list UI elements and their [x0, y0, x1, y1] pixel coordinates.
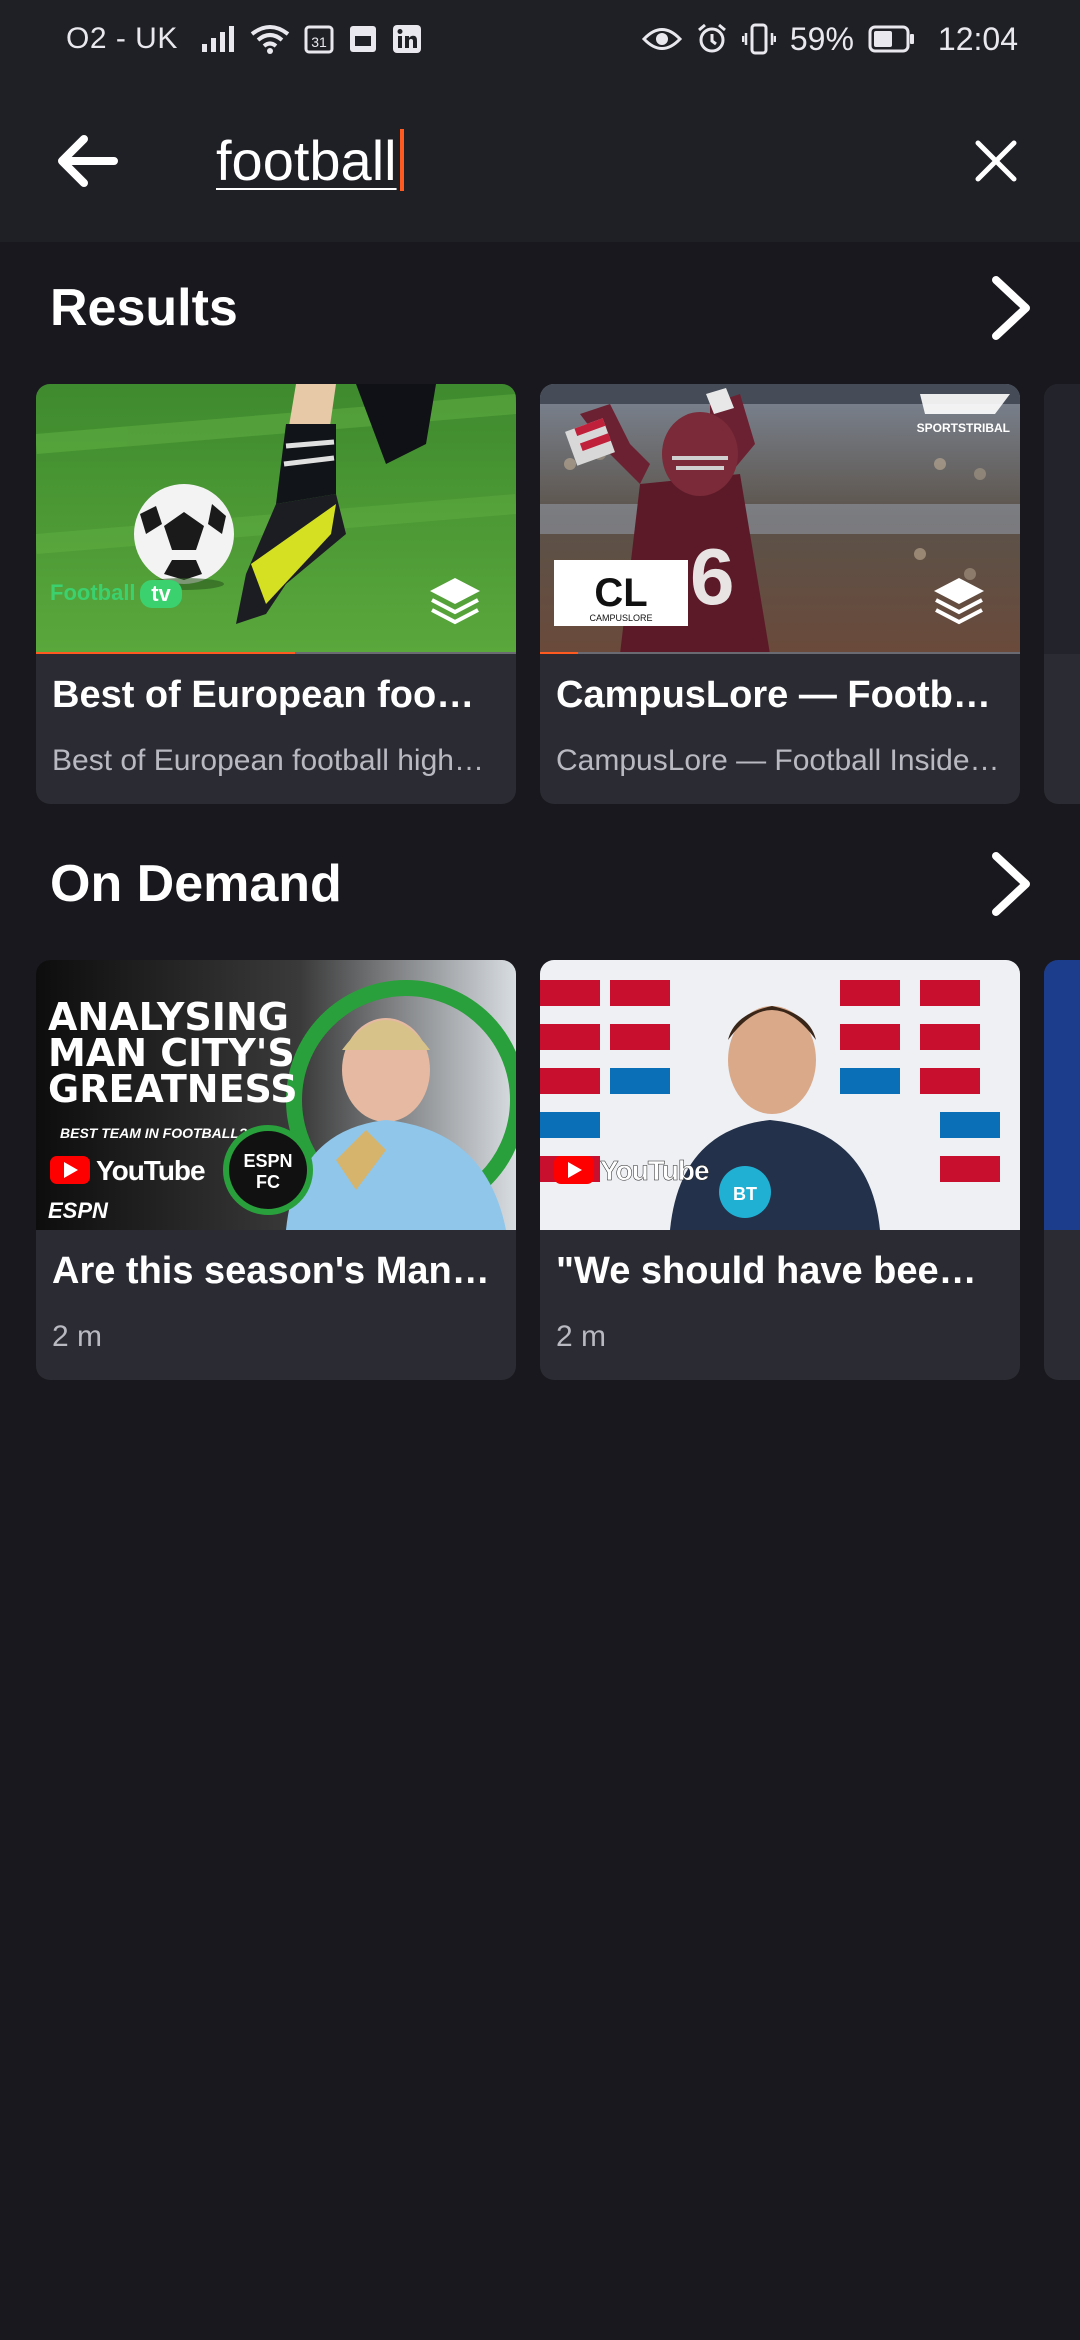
- campuslore-logo: CL: [594, 571, 647, 615]
- card-duration: 2 m: [52, 1320, 103, 1353]
- on-demand-more-button[interactable]: [978, 852, 1042, 916]
- status-bar: O2 - UK 31 59% 12:04: [0, 0, 1080, 78]
- thumbnail: BT YouTube: [540, 960, 1020, 1230]
- results-carousel[interactable]: Football tv Best of European foo… Best o…: [0, 384, 1080, 804]
- back-button[interactable]: [46, 128, 126, 194]
- thumb-headline-line: GREATNESS: [48, 1067, 298, 1111]
- close-icon: [975, 140, 1017, 182]
- eye-icon: [641, 26, 682, 52]
- battery-percent: 59%: [789, 20, 854, 57]
- on-demand-card[interactable]: BT YouTube "We should have bee… 2 m: [540, 960, 1020, 1380]
- football-tv-logo: Football: [50, 580, 136, 605]
- watch-progress-fill: [540, 652, 579, 654]
- results-more-button[interactable]: [978, 276, 1042, 340]
- sportstribal-logo: SPORTSTRIBAL: [917, 421, 1010, 435]
- store-icon: [348, 24, 378, 54]
- watch-progress-fill: [36, 652, 296, 654]
- svg-text:ESPN: ESPN: [243, 1151, 292, 1171]
- chevron-right-icon: [992, 852, 1030, 916]
- wifi-icon: [250, 24, 290, 54]
- section-title: Results: [50, 279, 238, 337]
- campuslore-logo-sub: CAMPUSLORE: [589, 613, 652, 623]
- result-card[interactable]: Football tv Best of European foo… Best o…: [36, 384, 516, 804]
- card-title: Are this season's Man…: [52, 1250, 490, 1292]
- card-title: Best of European foo…: [52, 674, 475, 716]
- espn-logo: ESPN: [48, 1198, 109, 1223]
- result-card-peek[interactable]: [1044, 384, 1080, 804]
- result-card[interactable]: 6 SPORTSTRIBAL CL CAMPUSLORE CampusLore …: [540, 384, 1020, 804]
- search-header: football: [0, 78, 1080, 242]
- search-input[interactable]: football: [216, 120, 776, 200]
- svg-text:FC: FC: [256, 1172, 280, 1192]
- thumbnail: ANALYSING MAN CITY'S GREATNESS BEST TEAM…: [36, 960, 516, 1230]
- clock: 12:04: [937, 20, 1018, 57]
- svg-text:BT: BT: [733, 1184, 757, 1204]
- thumbnail: [1044, 960, 1080, 1230]
- vibrate-icon: [741, 23, 776, 55]
- linkedin-icon: [392, 24, 422, 54]
- thumbnail: [1044, 384, 1080, 654]
- on-demand-card-peek[interactable]: [1044, 960, 1080, 1380]
- results-section-header: Results: [0, 268, 1080, 348]
- clear-search-button[interactable]: [960, 128, 1032, 194]
- football-tv-logo-tv: tv: [151, 581, 171, 606]
- card-subtitle: CampusLore — Football Inside…: [556, 744, 1000, 777]
- thumbnail: Football tv: [36, 384, 516, 654]
- calendar-icon: 31: [304, 24, 334, 54]
- watch-progress-bar: [36, 652, 516, 654]
- watch-progress-bar: [540, 652, 1020, 654]
- thumbnail: 6 SPORTSTRIBAL CL CAMPUSLORE: [540, 384, 1020, 654]
- calendar-day: 31: [311, 34, 327, 50]
- signal-icon: [201, 26, 236, 52]
- on-demand-card[interactable]: ANALYSING MAN CITY'S GREATNESS BEST TEAM…: [36, 960, 516, 1380]
- text-cursor: [399, 129, 404, 191]
- search-query[interactable]: football: [216, 128, 397, 193]
- arrow-left-icon: [58, 135, 118, 187]
- chevron-right-icon: [992, 276, 1030, 340]
- on-demand-carousel[interactable]: ANALYSING MAN CITY'S GREATNESS BEST TEAM…: [0, 960, 1080, 1380]
- layers-icon: [934, 578, 984, 625]
- card-duration: 2 m: [556, 1320, 607, 1353]
- section-title: On Demand: [50, 855, 342, 913]
- youtube-wordmark: YouTube: [96, 1155, 205, 1186]
- on-demand-section-header: On Demand: [0, 844, 1080, 924]
- card-title: "We should have bee…: [556, 1250, 977, 1292]
- battery-icon: [868, 25, 916, 53]
- carrier-label: O2 - UK: [66, 22, 178, 55]
- alarm-icon: [696, 23, 728, 55]
- card-subtitle: Best of European football high…: [52, 744, 484, 777]
- thumb-tagline: BEST TEAM IN FOOTBALL?: [60, 1125, 248, 1141]
- layers-icon: [430, 578, 480, 625]
- card-title: CampusLore — Footb…: [556, 674, 991, 716]
- youtube-wordmark: YouTube: [600, 1155, 709, 1186]
- svg-text:6: 6: [690, 532, 735, 621]
